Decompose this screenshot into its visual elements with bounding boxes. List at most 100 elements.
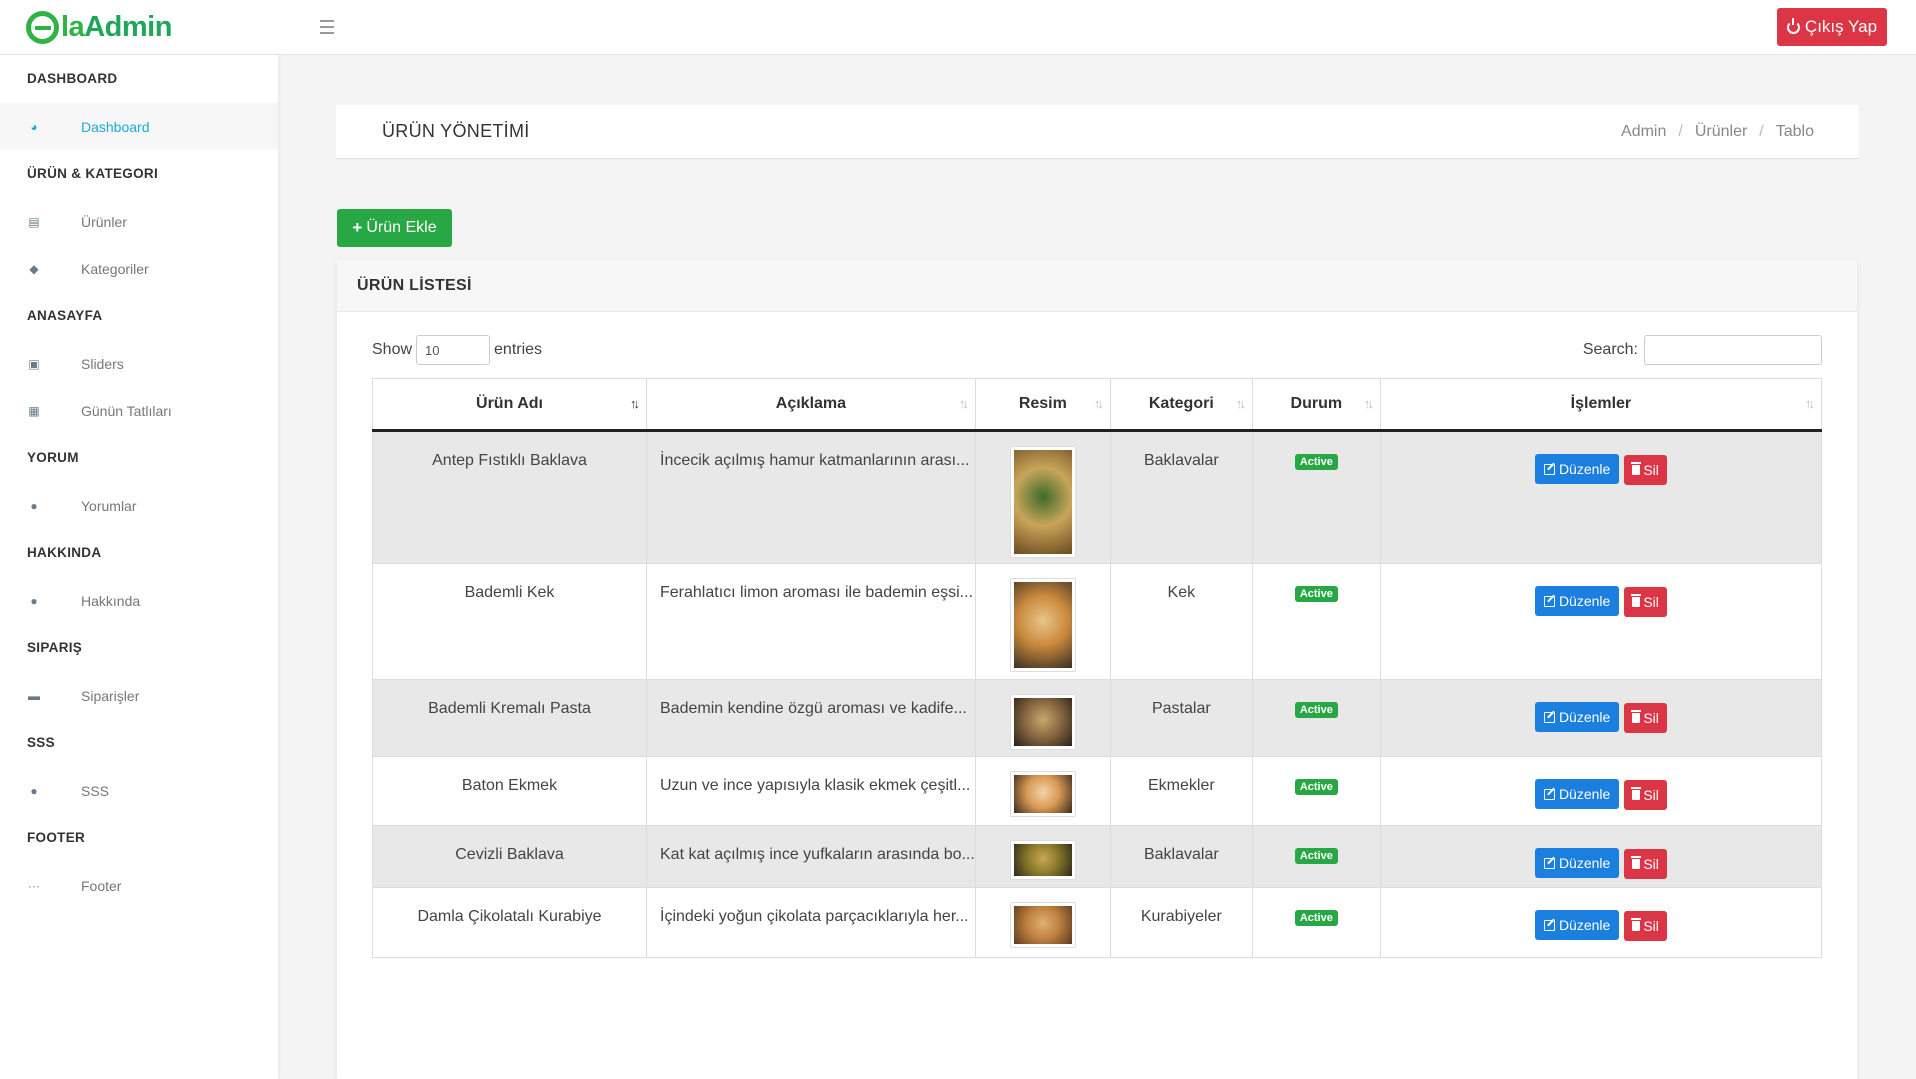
edit-button[interactable]: Düzenle	[1534, 702, 1620, 732]
product-thumbnail[interactable]	[1009, 840, 1076, 880]
logout-label: Çıkış Yap	[1804, 17, 1878, 36]
delete-button[interactable]: Sil	[1624, 586, 1667, 617]
sidebar-section-title: SIPARIŞ	[27, 640, 83, 655]
sidebar-item-label: Siparişler	[81, 687, 140, 704]
status-badge: Active	[1294, 702, 1338, 718]
column-header-status[interactable]: Durum ↑↓	[1252, 378, 1381, 432]
edit-icon	[1543, 857, 1555, 869]
cell-description: İncecik açılmış hamur katmanlarının aras…	[646, 430, 976, 564]
power-icon	[1786, 17, 1800, 34]
breadcrumb-tablo: Tablo	[1775, 123, 1814, 140]
brand-logo[interactable]: laAdmin	[26, 9, 172, 45]
cell-description: Uzun ve ince yapısıyla klasik ekmek çeşi…	[646, 756, 976, 826]
sidebar-item[interactable]: ● Yorumlar	[0, 482, 278, 529]
plus-icon: +	[352, 218, 363, 237]
product-thumbnail[interactable]	[1009, 578, 1076, 672]
cell-status: Active	[1252, 679, 1381, 757]
sidebar-section-title: SSS	[27, 735, 55, 750]
column-header-name[interactable]: Ürün Adı ↑↓	[372, 378, 647, 432]
cell-status: Active	[1252, 756, 1381, 826]
sidebar-item-label: SSS	[81, 782, 110, 799]
sidebar-item-label: Yorumlar	[81, 497, 137, 514]
search-input[interactable]	[1644, 335, 1822, 365]
breadcrumb-admin[interactable]: Admin	[1621, 123, 1666, 141]
cell-name: Bademli Kremalı Pasta	[372, 679, 647, 757]
edit-button[interactable]: Düzenle	[1534, 779, 1620, 809]
logo-text: laAdmin	[61, 10, 172, 43]
add-product-button[interactable]: + Ürün Ekle	[337, 209, 452, 247]
edit-icon	[1543, 919, 1555, 931]
entries-label: entries	[494, 341, 543, 358]
status-badge: Active	[1294, 910, 1338, 926]
sidebar-item[interactable]: ● Hakkında	[0, 577, 278, 624]
edit-button[interactable]: Düzenle	[1534, 586, 1620, 616]
cell-actions: Düzenle Sil	[1380, 825, 1823, 888]
product-table: Ürün Adı ↑↓ Açıklama ↑↓ Resim ↑↓ Kategori ↑↓…	[372, 378, 1823, 958]
table-row: Bademli Kremalı Pasta Bademin kendine öz…	[372, 679, 1823, 757]
edit-icon	[1543, 788, 1555, 800]
cell-image	[975, 679, 1111, 757]
column-header-image[interactable]: Resim ↑↓	[975, 378, 1111, 432]
table-row: Bademli Kek Ferahlatıcı limon aroması il…	[372, 563, 1823, 680]
delete-button[interactable]: Sil	[1624, 779, 1667, 810]
cell-actions: Düzenle Sil	[1380, 679, 1823, 757]
edit-icon	[1543, 595, 1555, 607]
sidebar-item-label: Hakkında	[81, 592, 141, 609]
delete-button[interactable]: Sil	[1624, 702, 1667, 733]
status-badge: Active	[1294, 779, 1338, 795]
logo-mark-icon	[26, 10, 59, 44]
logout-button[interactable]: Çıkış Yap	[1777, 8, 1887, 46]
product-image	[1013, 450, 1072, 554]
cell-actions: Düzenle Sil	[1380, 887, 1823, 958]
product-image	[1013, 844, 1072, 876]
cell-image	[975, 825, 1111, 888]
sidebar-section-title: HAKKINDA	[27, 545, 102, 560]
sidebar-section-title: DASHBOARD	[27, 71, 118, 86]
sidebar-item[interactable]: ● SSS	[0, 767, 278, 814]
delete-button[interactable]: Sil	[1624, 848, 1667, 879]
sidebar-section-title: YORUM	[27, 450, 79, 465]
dashboard-icon: ◕	[30, 119, 38, 134]
edit-button[interactable]: Düzenle	[1534, 454, 1620, 484]
edit-button[interactable]: Düzenle	[1534, 848, 1620, 878]
sidebar-item[interactable]: ◆ Kategoriler	[0, 245, 278, 292]
entries-select[interactable]	[416, 335, 491, 365]
sidebar-item[interactable]: ▦ Günün Tatlıları	[0, 387, 278, 434]
sidebar-item-label: Sliders	[81, 355, 124, 372]
entries-length-control: Show entries	[372, 335, 542, 365]
cell-category: Ekmekler	[1110, 756, 1253, 826]
cell-description: Kat kat açılmış ince yufkaların arasında…	[646, 825, 976, 888]
table-row: Baton Ekmek Uzun ve ince yapısıyla klasi…	[372, 756, 1823, 826]
column-header-actions[interactable]: İşlemler ↑↓	[1380, 378, 1823, 432]
top-header: laAdmin Çıkış Yap	[0, 0, 1916, 55]
sidebar-item[interactable]: ▣ Sliders	[0, 340, 278, 387]
product-thumbnail[interactable]	[1009, 694, 1076, 750]
status-badge: Active	[1294, 454, 1338, 470]
cart-icon: ▬	[28, 688, 40, 703]
status-badge: Active	[1294, 586, 1338, 602]
breadcrumb-urunler[interactable]: Ürünler	[1695, 123, 1747, 141]
edit-button[interactable]: Düzenle	[1534, 910, 1620, 940]
cell-status: Active	[1252, 430, 1381, 564]
column-header-description[interactable]: Açıklama ↑↓	[646, 378, 976, 432]
delete-button[interactable]: Sil	[1624, 454, 1667, 485]
product-thumbnail[interactable]	[1009, 446, 1076, 558]
hamburger-menu-icon[interactable]	[320, 18, 340, 36]
sidebar-item[interactable]: ▤ Ürünler	[0, 198, 278, 245]
trash-icon	[1631, 593, 1642, 607]
cell-category: Baklavalar	[1110, 430, 1253, 564]
product-thumbnail[interactable]	[1009, 902, 1076, 948]
basket-icon: ▤	[28, 214, 40, 229]
product-thumbnail[interactable]	[1009, 771, 1076, 817]
column-header-category[interactable]: Kategori ↑↓	[1110, 378, 1253, 432]
trash-icon	[1631, 461, 1642, 475]
cell-name: Bademli Kek	[372, 563, 647, 680]
cell-status: Active	[1252, 563, 1381, 680]
delete-button[interactable]: Sil	[1624, 910, 1667, 941]
cell-description: Bademin kendine özgü aroması ve kadife..…	[646, 679, 976, 757]
sidebar-item[interactable]: ◕ Dashboard	[0, 103, 278, 150]
sidebar-item[interactable]: ▬ Siparişler	[0, 672, 278, 719]
edit-icon	[1543, 711, 1555, 723]
sidebar-item[interactable]: ··· Footer	[0, 862, 278, 909]
comments-icon: ●	[30, 498, 38, 513]
